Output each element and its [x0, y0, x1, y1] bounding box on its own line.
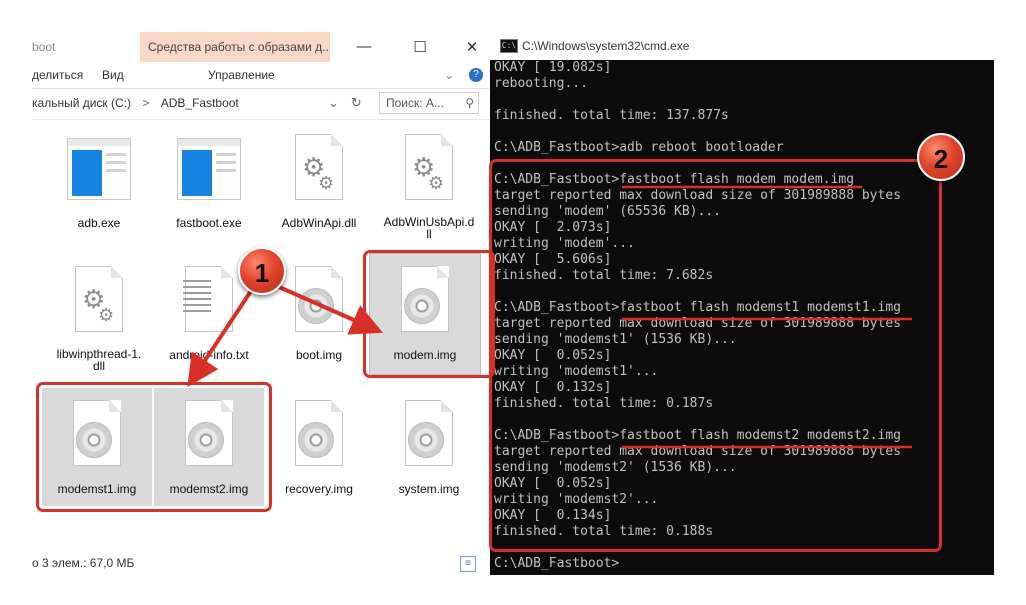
highlight-modem-file [363, 250, 495, 378]
status-text: о 3 элем.: 67,0 МБ [32, 556, 135, 570]
gear-file-icon: ⚙ ⚙ [394, 132, 464, 206]
file-name: libwinpthread-1. dll [56, 347, 142, 373]
console-line: OKAY [ 19.082s] [494, 60, 612, 75]
file-item[interactable]: ⚙ ⚙ AdbWinUsbApi.d ll [374, 132, 484, 240]
file-name: AdbWinApi.dll [281, 216, 357, 230]
screenshot: boot Средства работы с образами д... — ☐… [0, 0, 1026, 605]
tab-view[interactable]: Вид [102, 68, 124, 82]
file-name: fastboot.exe [176, 216, 242, 230]
disc-image-icon [394, 398, 464, 472]
explorer-titlebar: boot Средства работы с образами д... — ☐… [32, 32, 489, 62]
step-badge-2: 2 [917, 133, 965, 181]
image-tools-context-tab[interactable]: Средства работы с образами д... [140, 32, 330, 62]
gear-file-icon: ⚙ ⚙ [284, 132, 354, 206]
search-icon: ⚲ [465, 96, 474, 110]
breadcrumb-drive[interactable]: кальный диск (C:) [32, 96, 131, 110]
minimize-button[interactable]: — [354, 38, 374, 55]
disc-image-icon [284, 398, 354, 472]
file-name: AdbWinUsbApi.d ll [383, 215, 475, 241]
address-bar-actions: ⌄ ↻ [328, 95, 374, 111]
application-window-icon [174, 132, 244, 206]
address-bar: кальный диск (C:) > ADB_Fastboot ⌄ ↻ Поис… [32, 89, 489, 120]
cmd-icon: C:\ [500, 39, 518, 53]
details-view-icon[interactable]: ≡ [460, 556, 476, 572]
chevron-down-icon[interactable]: ⌄ [444, 68, 454, 82]
cmd-titlebar: C:\ C:\Windows\system32\cmd.exe [490, 32, 994, 60]
console-line: finished. total time: 137.877s [494, 108, 729, 123]
search-placeholder: Поиск: А... [386, 96, 444, 110]
cmd-window-title: C:\Windows\system32\cmd.exe [522, 39, 690, 53]
breadcrumb-folder[interactable]: ADB_Fastboot [161, 96, 239, 110]
text-file-icon [174, 264, 244, 338]
ribbon-tabs: делиться Вид Управление ⌄ ? [32, 62, 489, 89]
file-item[interactable]: ⚙ ⚙ AdbWinApi.dll [264, 132, 374, 230]
tab-manage[interactable]: Управление [208, 68, 275, 82]
console-line: C:\ADB_Fastboot>adb reboot bootloader [494, 140, 784, 155]
maximize-button[interactable]: ☐ [410, 38, 430, 56]
close-button[interactable]: ✕ [462, 38, 482, 56]
breadcrumb[interactable]: кальный диск (C:) > ADB_Fastboot [32, 96, 239, 110]
file-item[interactable]: ⚙ ⚙ libwinpthread-1. dll [44, 264, 154, 372]
view-switcher: ≡ [458, 555, 476, 572]
file-item[interactable]: fastboot.exe [154, 132, 264, 230]
file-name: system.img [398, 482, 460, 496]
file-item[interactable]: recovery.img [264, 398, 374, 496]
file-name: recovery.img [285, 482, 353, 496]
breadcrumb-separator: > [142, 96, 150, 110]
disc-image-icon [284, 264, 354, 338]
search-input[interactable]: Поиск: А... ⚲ [379, 92, 479, 114]
file-item[interactable]: system.img [374, 398, 484, 496]
file-name: android-info.txt [169, 348, 249, 362]
tab-share[interactable]: делиться [32, 68, 83, 82]
help-icon[interactable]: ? [469, 68, 483, 82]
highlight-modemst-files [36, 382, 272, 512]
chevron-down-icon[interactable]: ⌄ [328, 95, 339, 110]
file-name: boot.img [295, 348, 343, 362]
highlight-console-commands [489, 159, 942, 552]
explorer-window-title: boot [32, 40, 56, 54]
console-line: rebooting... [494, 76, 588, 91]
refresh-icon[interactable]: ↻ [351, 95, 362, 110]
file-name: adb.exe [77, 216, 121, 230]
file-item[interactable]: adb.exe [44, 132, 154, 230]
console-line: C:\ADB_Fastboot> [494, 556, 620, 571]
status-bar: о 3 элем.: 67,0 МБ ≡ [32, 551, 489, 575]
gear-file-icon: ⚙ ⚙ [64, 264, 134, 338]
application-window-icon [64, 132, 134, 206]
step-badge-1: 1 [238, 247, 286, 295]
